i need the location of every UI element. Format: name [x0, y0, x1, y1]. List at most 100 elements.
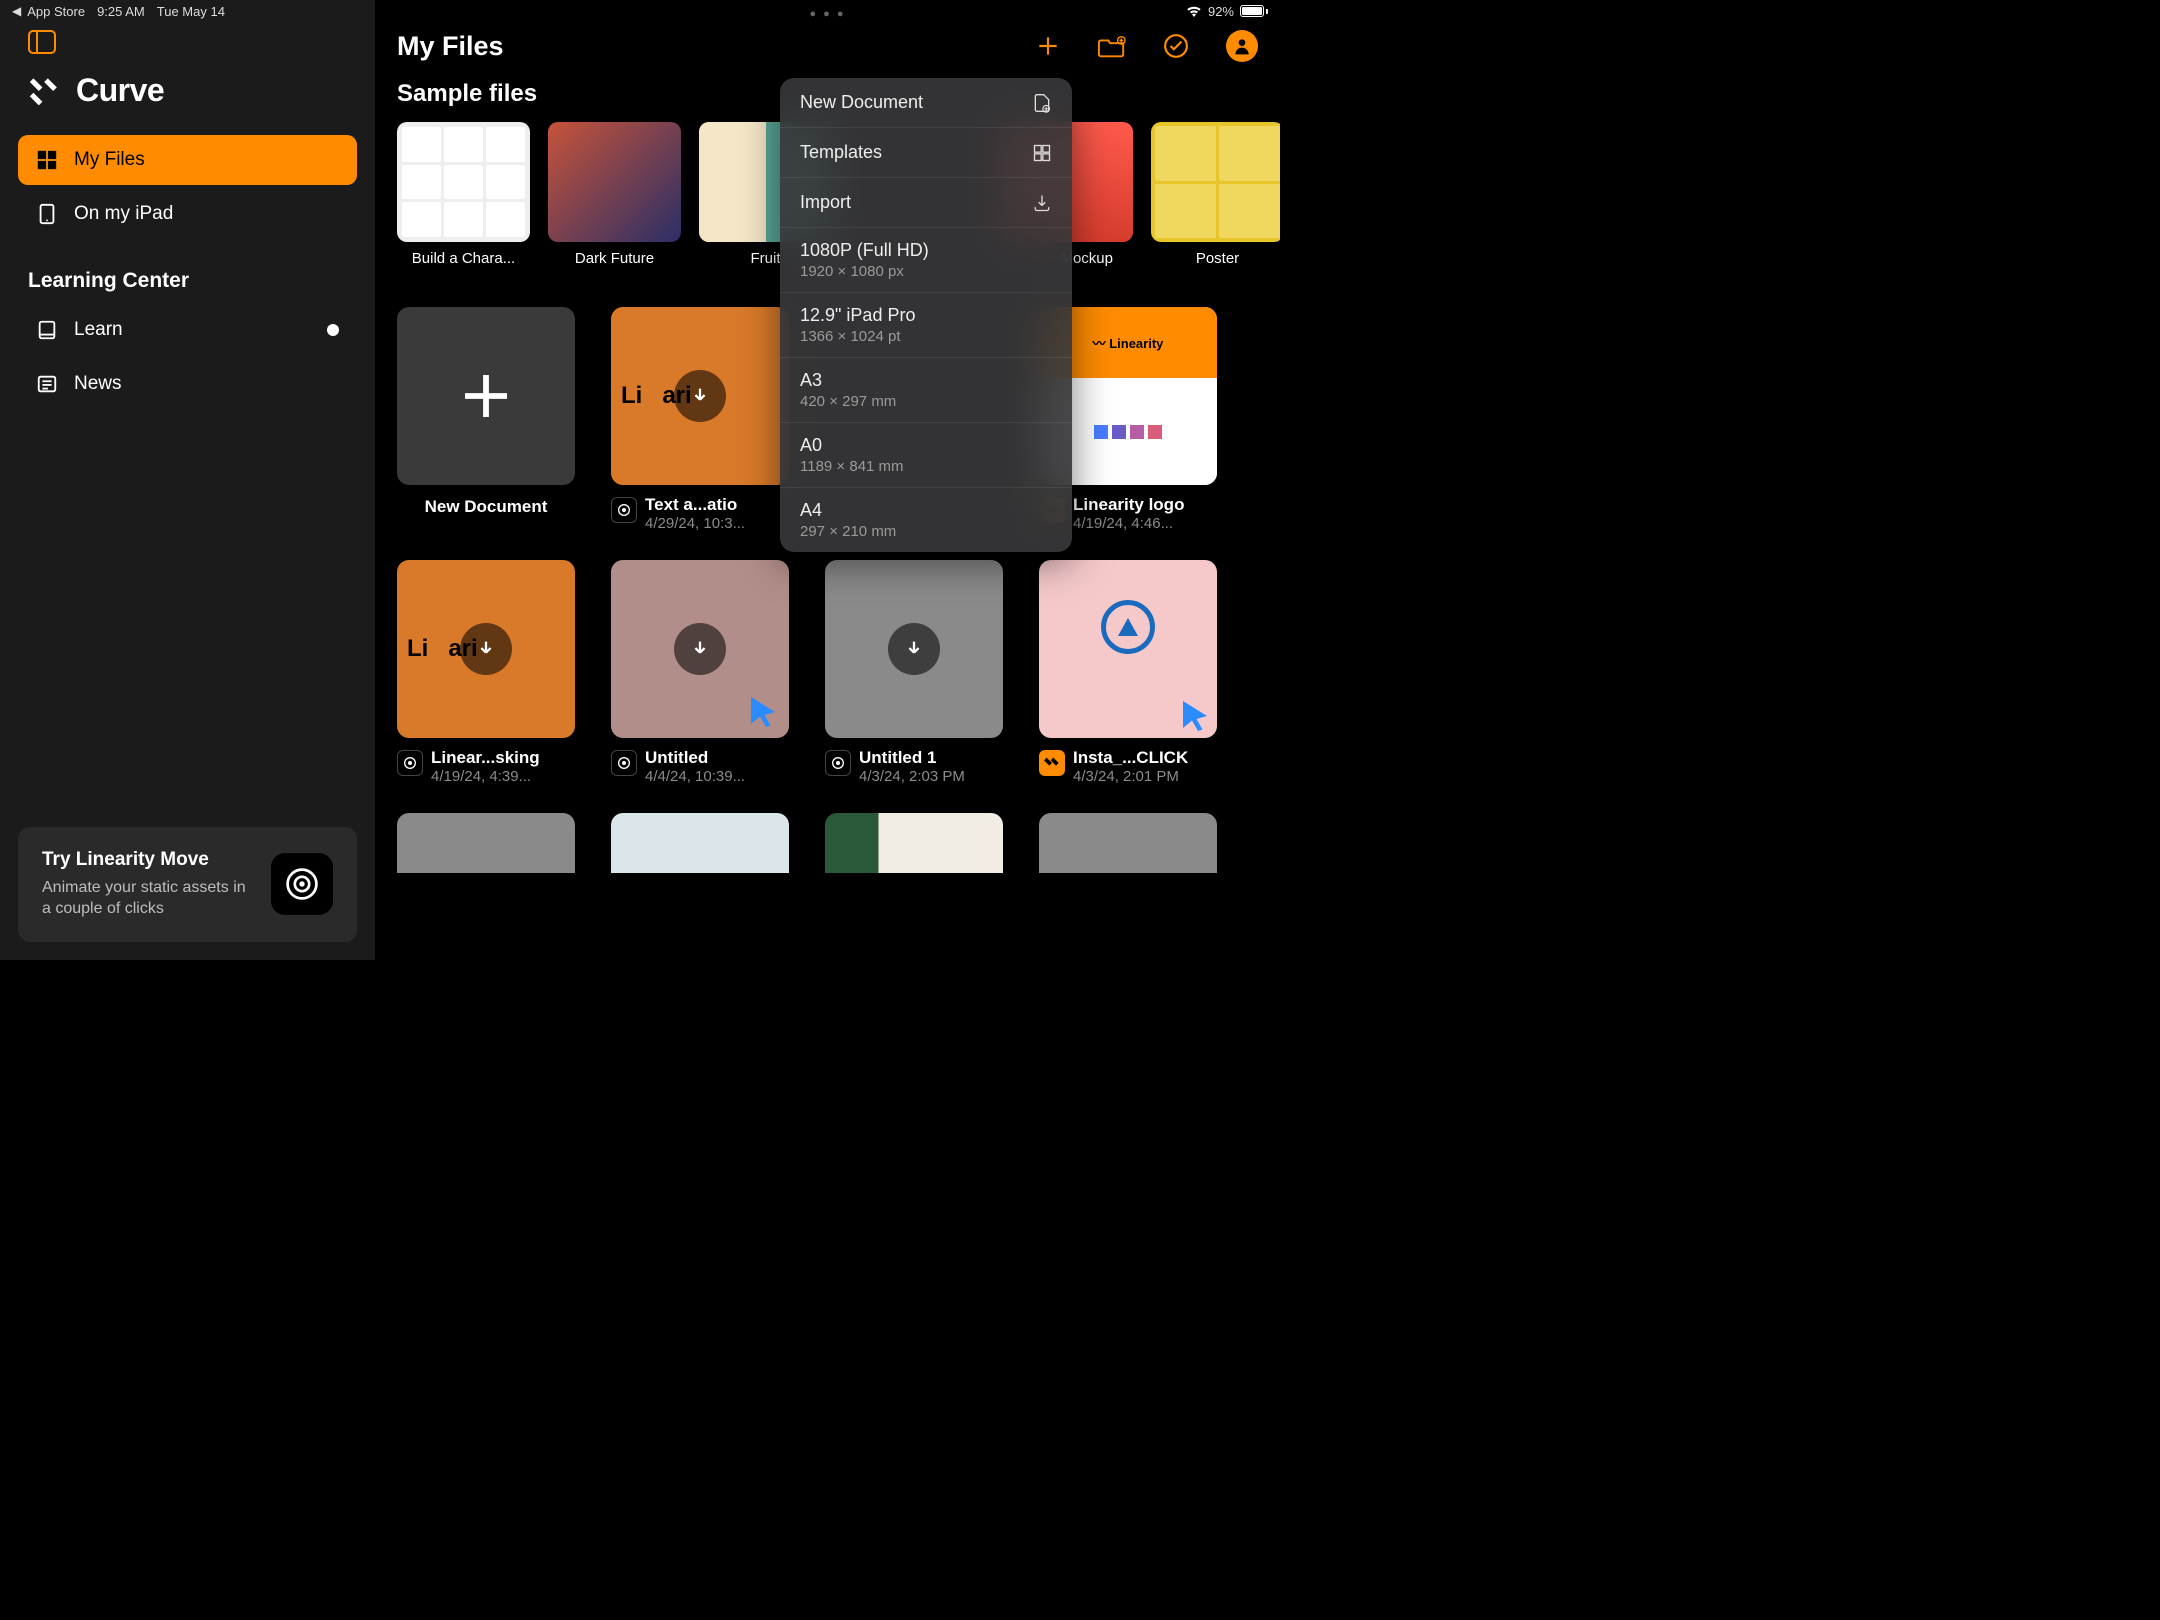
- promo-body: Animate your static assets in a couple o…: [42, 877, 253, 920]
- sample-card[interactable]: Build a Chara...: [397, 122, 530, 267]
- add-button[interactable]: [1034, 32, 1062, 60]
- new-document-label: New Document: [397, 497, 575, 517]
- dropdown-item-import[interactable]: Import: [780, 178, 1072, 228]
- sidebar-item-news[interactable]: News: [18, 359, 357, 409]
- download-icon: [460, 623, 512, 675]
- dropdown-preset-a0[interactable]: A0 1189 × 841 mm: [780, 423, 1072, 488]
- back-arrow-icon[interactable]: ◀: [12, 4, 21, 18]
- battery-icon: [1240, 5, 1268, 17]
- select-button[interactable]: [1162, 32, 1190, 60]
- file-name: Linear...sking: [431, 748, 575, 768]
- status-bar: ◀ App Store 9:25 AM Tue May 14 92%: [0, 0, 1280, 22]
- download-icon: [674, 370, 726, 422]
- new-document-thumb: [397, 307, 575, 485]
- file-name: Untitled 1: [859, 748, 1003, 768]
- dropdown-label: Import: [800, 192, 851, 213]
- preset-title: A4: [800, 500, 822, 521]
- promo-app-icon: [271, 853, 333, 915]
- preset-sub: 1189 × 841 mm: [800, 458, 904, 475]
- files-grid-partial: [397, 813, 1258, 873]
- sample-card[interactable]: Dark Future: [548, 122, 681, 267]
- pen-tool-icon: [1101, 600, 1155, 654]
- file-thumb-partial[interactable]: [611, 813, 789, 873]
- sample-label: Build a Chara...: [397, 250, 530, 267]
- dropdown-item-templates[interactable]: Templates: [780, 128, 1072, 178]
- file-card[interactable]: Untitled 4/4/24, 10:39...: [611, 560, 789, 785]
- preset-sub: 420 × 297 mm: [800, 393, 896, 410]
- dropdown-item-new-document[interactable]: New Document: [780, 78, 1072, 128]
- sample-thumb: [548, 122, 681, 242]
- dropdown-preset-1080p[interactable]: 1080P (Full HD) 1920 × 1080 px: [780, 228, 1072, 293]
- file-type-icon: [397, 750, 423, 776]
- dropdown-preset-ipad-pro[interactable]: 12.9" iPad Pro 1366 × 1024 pt: [780, 293, 1072, 358]
- cursor-icon: [1177, 698, 1213, 734]
- file-card[interactable]: Li ari Linear...sking 4/19/24, 4:39...: [397, 560, 575, 785]
- file-type-icon: [825, 750, 851, 776]
- notification-dot-icon: [327, 324, 339, 336]
- book-icon: [36, 319, 58, 341]
- preset-sub: 1920 × 1080 px: [800, 263, 904, 280]
- ipad-icon: [36, 203, 58, 225]
- file-thumb-partial[interactable]: [1039, 813, 1217, 873]
- download-icon: [888, 623, 940, 675]
- file-date: 4/29/24, 10:3...: [645, 515, 789, 532]
- sidebar-item-label: My Files: [74, 149, 145, 171]
- status-time: 9:25 AM: [97, 4, 145, 19]
- dropdown-label: Templates: [800, 142, 882, 163]
- preset-title: A0: [800, 435, 822, 456]
- file-card[interactable]: Untitled 1 4/3/24, 2:03 PM: [825, 560, 1003, 785]
- logo-mark-icon: [28, 73, 64, 109]
- app-name: Curve: [76, 72, 164, 109]
- file-card[interactable]: Insta_...CLICK 4/3/24, 2:01 PM: [1039, 560, 1217, 785]
- sample-label: Dark Future: [548, 250, 681, 267]
- sidebar-item-learn[interactable]: Learn: [18, 305, 357, 355]
- file-type-icon: [611, 750, 637, 776]
- dropdown-label: New Document: [800, 92, 923, 113]
- sample-card[interactable]: Poster: [1151, 122, 1280, 267]
- profile-button[interactable]: [1226, 30, 1258, 62]
- file-name: Untitled: [645, 748, 789, 768]
- file-type-icon: [1039, 750, 1065, 776]
- learning-center-label: Learning Center: [0, 243, 375, 305]
- page-title: My Files: [397, 31, 504, 62]
- sample-label: Poster: [1151, 250, 1280, 267]
- new-document-card[interactable]: New Document: [397, 307, 575, 532]
- sidebar-item-my-files[interactable]: My Files: [18, 135, 357, 185]
- sidebar-item-on-my-ipad[interactable]: On my iPad: [18, 189, 357, 239]
- grid-icon: [36, 149, 58, 171]
- sidebar-toggle-icon[interactable]: [28, 30, 56, 54]
- promo-card[interactable]: Try Linearity Move Animate your static a…: [18, 827, 357, 942]
- promo-title: Try Linearity Move: [42, 849, 253, 871]
- preset-sub: 1366 × 1024 pt: [800, 328, 901, 345]
- news-icon: [36, 373, 58, 395]
- file-card[interactable]: Li ari Text a...atio 4/29/24, 10:3...: [611, 307, 789, 532]
- new-document-dropdown: New Document Templates Import 1080P (Ful…: [780, 78, 1072, 552]
- sample-thumb: [1151, 122, 1280, 242]
- sidebar-item-label: News: [74, 373, 122, 395]
- file-thumb-partial[interactable]: [825, 813, 1003, 873]
- file-thumb: Li ari: [397, 560, 575, 738]
- templates-icon: [1032, 143, 1052, 163]
- file-thumb: [825, 560, 1003, 738]
- file-thumb: [611, 560, 789, 738]
- file-name: Text a...atio: [645, 495, 789, 515]
- status-date: Tue May 14: [157, 4, 225, 19]
- import-icon: [1032, 193, 1052, 213]
- preset-title: A3: [800, 370, 822, 391]
- file-type-icon: [611, 497, 637, 523]
- dropdown-preset-a3[interactable]: A3 420 × 297 mm: [780, 358, 1072, 423]
- preset-sub: 297 × 210 mm: [800, 523, 896, 540]
- dropdown-preset-a4[interactable]: A4 297 × 210 mm: [780, 488, 1072, 552]
- file-name: Insta_...CLICK: [1073, 748, 1217, 768]
- sidebar: Curve My Files On my iPad Learning Cente…: [0, 0, 375, 960]
- file-thumb-partial[interactable]: [397, 813, 575, 873]
- sidebar-item-label: On my iPad: [74, 203, 173, 225]
- new-doc-icon: [1032, 93, 1052, 113]
- new-folder-button[interactable]: [1098, 32, 1126, 60]
- preset-title: 12.9" iPad Pro: [800, 305, 915, 326]
- file-thumb: Li ari: [611, 307, 789, 485]
- file-date: 4/4/24, 10:39...: [645, 768, 789, 785]
- file-name: Linearity logo: [1073, 495, 1217, 515]
- file-date: 4/3/24, 2:03 PM: [859, 768, 1003, 785]
- back-app-label[interactable]: App Store: [27, 4, 85, 19]
